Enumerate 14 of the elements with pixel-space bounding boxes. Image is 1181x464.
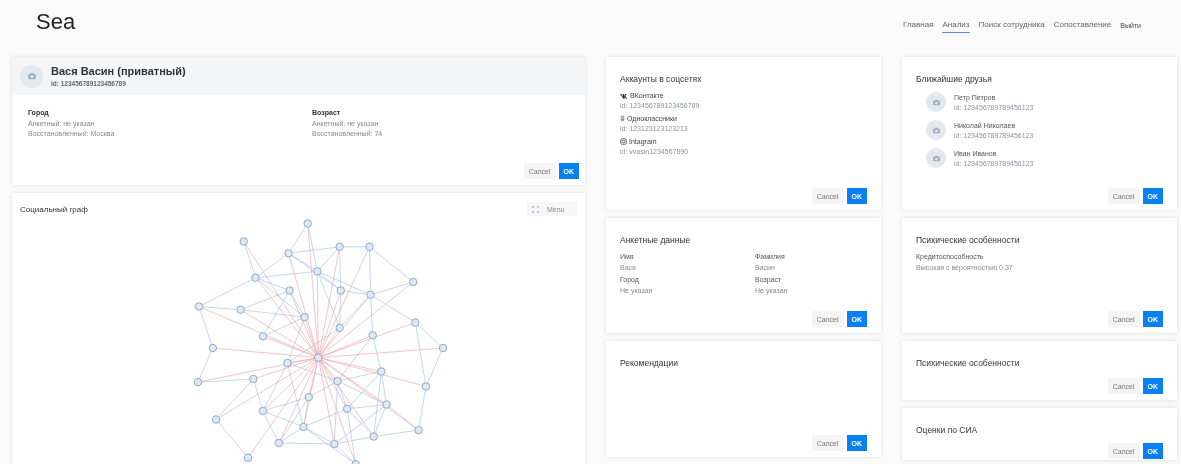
nav-link[interactable]: Сопоставление	[1053, 17, 1112, 33]
profile-name: Вася Васин (приватный)	[51, 65, 186, 77]
card-title: Рекомендации	[620, 358, 679, 368]
card-title: Анкетные данные	[620, 235, 692, 245]
card-title: Ближайшие друзья	[916, 74, 993, 84]
card-title: Социальный граф	[20, 204, 88, 214]
card-title: Психические особенности	[916, 358, 1021, 368]
logo: Sea	[36, 9, 76, 35]
card-title: Психические особенности	[916, 235, 1021, 245]
nav-link[interactable]: Главная	[903, 17, 934, 33]
card-title: Оценки по СИА	[916, 425, 979, 435]
nav-link[interactable]: Поиск сотрудника	[978, 17, 1045, 33]
card-title: Аккаунты в соцсетях	[620, 74, 703, 84]
nav-link[interactable]: Анализ	[942, 17, 970, 33]
